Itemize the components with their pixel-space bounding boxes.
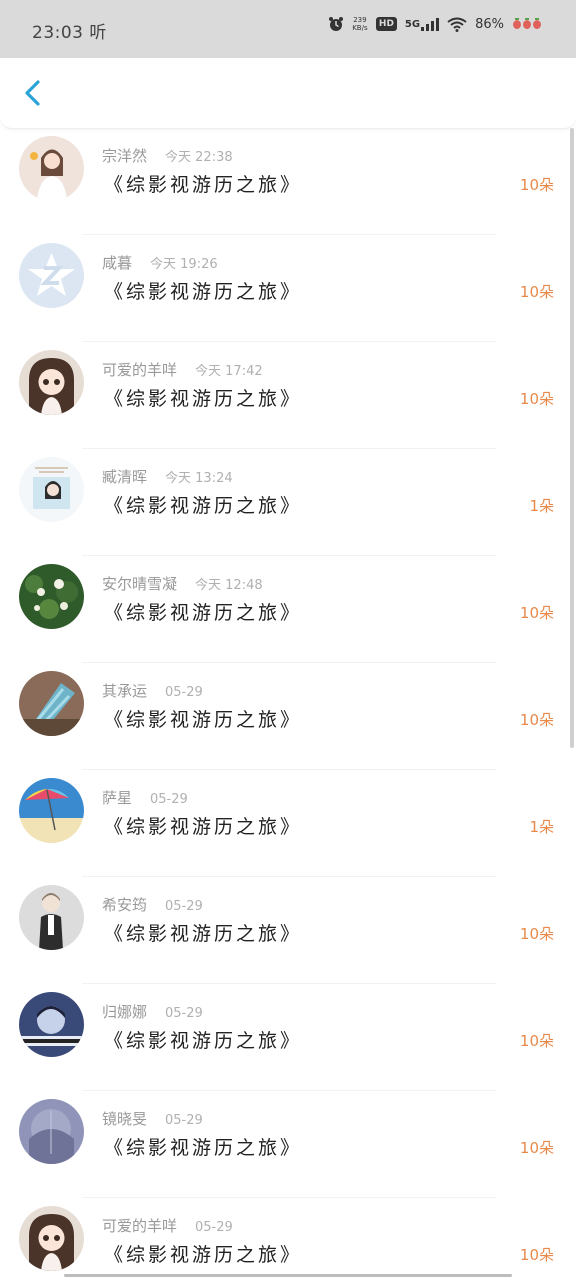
signal-icon: 5G <box>404 17 440 31</box>
row-amount: 10朵 <box>519 711 554 729</box>
status-icons: 239 KB/s HD 5G 86% <box>328 16 542 32</box>
row-time: 今天 17:42 <box>195 364 263 379</box>
strawberry-icon <box>512 18 542 30</box>
row-name: 臧清晖 今天 13:24 <box>102 468 233 486</box>
row-name: 可爱的羊咩 今天 17:42 <box>102 361 263 379</box>
row-time: 05-29 <box>165 1006 203 1021</box>
row-time: 05-29 <box>165 1113 203 1128</box>
row-name: 宗洋然 今天 22:38 <box>102 147 233 165</box>
row-time: 05-29 <box>165 685 203 700</box>
row-time: 今天 12:48 <box>195 578 263 593</box>
row-amount: 10朵 <box>519 604 554 622</box>
row-amount: 10朵 <box>519 283 554 301</box>
row-time: 05-29 <box>165 899 203 914</box>
row-time: 05-29 <box>195 1220 233 1235</box>
row-title: 《综影视游历之旅》 <box>104 1030 303 1052</box>
list-item[interactable]: 宗洋然 今天 22:38 《综影视游历之旅》 10朵 <box>0 128 566 235</box>
list-item[interactable]: 希安筠 05-29 《综影视游历之旅》 10朵 <box>0 877 566 984</box>
row-amount: 1朵 <box>529 818 554 836</box>
gesture-bar[interactable] <box>64 1274 512 1277</box>
row-name: 其承运 05-29 <box>102 682 203 700</box>
list-item[interactable]: 臧清晖 今天 13:24 《综影视游历之旅》 1朵 <box>0 449 566 556</box>
row-name: 萨星 05-29 <box>102 789 188 807</box>
hd-badge: HD <box>375 17 397 31</box>
row-title: 《综影视游历之旅》 <box>104 1137 303 1159</box>
row-amount: 10朵 <box>519 390 554 408</box>
scrollbar[interactable] <box>570 128 574 748</box>
row-title: 《综影视游历之旅》 <box>104 709 303 731</box>
net-speed: 239 KB/s <box>352 16 368 32</box>
avatar <box>19 1206 84 1271</box>
chevron-left-icon <box>25 80 40 106</box>
list-item[interactable]: 可爱的羊咩 今天 17:42 《综影视游历之旅》 10朵 <box>0 342 566 449</box>
avatar <box>19 992 84 1057</box>
row-title: 《综影视游历之旅》 <box>104 281 303 303</box>
back-button[interactable] <box>18 76 48 110</box>
alarm-icon <box>328 16 344 32</box>
row-name: 归娜娜 05-29 <box>102 1003 203 1021</box>
row-amount: 10朵 <box>519 176 554 194</box>
row-name: 安尔晴雪凝 今天 12:48 <box>102 575 263 593</box>
list-item[interactable]: 其承运 05-29 《综影视游历之旅》 10朵 <box>0 663 566 770</box>
avatar <box>19 885 84 950</box>
row-amount: 10朵 <box>519 925 554 943</box>
list-item[interactable]: 萨星 05-29 《综影视游历之旅》 1朵 <box>0 770 566 877</box>
avatar <box>19 564 84 629</box>
list-item[interactable]: 可爱的羊咩 05-29 《综影视游历之旅》 10朵 <box>0 1198 566 1280</box>
avatar <box>19 350 84 415</box>
avatar <box>19 457 84 522</box>
row-amount: 10朵 <box>519 1246 554 1264</box>
status-time: 23:03 听 <box>32 23 107 43</box>
row-title: 《综影视游历之旅》 <box>104 495 303 517</box>
row-time: 今天 22:38 <box>165 150 233 165</box>
row-name: 镜晓旻 05-29 <box>102 1110 203 1128</box>
row-title: 《综影视游历之旅》 <box>104 1244 303 1266</box>
list-item[interactable]: 归娜娜 05-29 《综影视游历之旅》 10朵 <box>0 984 566 1091</box>
row-name: 希安筠 05-29 <box>102 896 203 914</box>
row-amount: 10朵 <box>519 1032 554 1050</box>
row-title: 《综影视游历之旅》 <box>104 388 303 410</box>
battery-level: 86% <box>475 16 504 32</box>
list-item[interactable]: 镜晓旻 05-29 《综影视游历之旅》 10朵 <box>0 1091 566 1198</box>
network-type: 5G <box>404 18 421 30</box>
wifi-icon <box>447 17 467 32</box>
row-time: 05-29 <box>150 792 188 807</box>
row-title: 《综影视游历之旅》 <box>104 602 303 624</box>
avatar <box>19 671 84 736</box>
list-item[interactable]: 咸暮 今天 19:26 《综影视游历之旅》 10朵 <box>0 235 566 342</box>
row-title: 《综影视游历之旅》 <box>104 816 303 838</box>
avatar <box>19 778 84 843</box>
header <box>0 58 576 129</box>
avatar <box>19 243 84 308</box>
row-time: 今天 19:26 <box>150 257 218 272</box>
row-title: 《综影视游历之旅》 <box>104 174 303 196</box>
status-bar: 23:03 听 239 KB/s HD 5G 86% <box>0 0 576 58</box>
row-time: 今天 13:24 <box>165 471 233 486</box>
row-amount: 1朵 <box>529 497 554 515</box>
row-title: 《综影视游历之旅》 <box>104 923 303 945</box>
list-item[interactable]: 安尔晴雪凝 今天 12:48 《综影视游历之旅》 10朵 <box>0 556 566 663</box>
reward-list[interactable]: 宗洋然 今天 22:38 《综影视游历之旅》 10朵 咸暮 今天 19:26 《综影… <box>0 128 576 1280</box>
avatar <box>19 136 84 201</box>
row-name: 咸暮 今天 19:26 <box>102 254 218 272</box>
row-name: 可爱的羊咩 05-29 <box>102 1217 233 1235</box>
avatar <box>19 1099 84 1164</box>
row-amount: 10朵 <box>519 1139 554 1157</box>
